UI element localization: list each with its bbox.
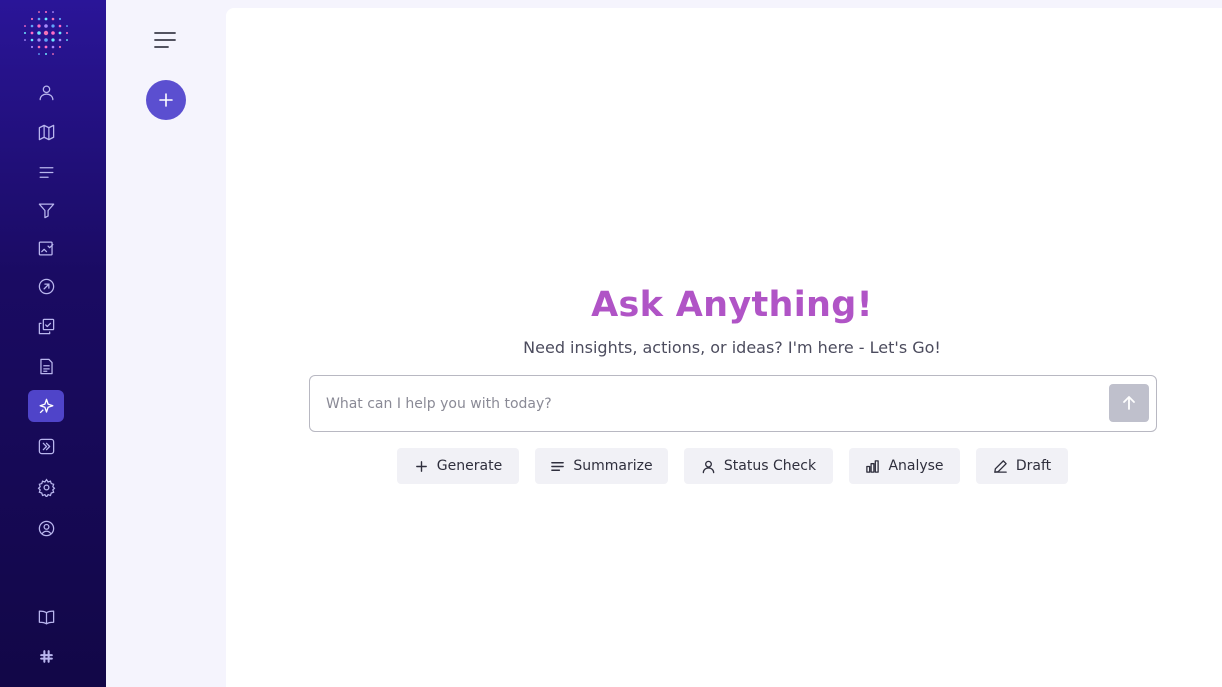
- arrow-circle-icon: [38, 278, 54, 294]
- nav-item-actions[interactable]: [28, 270, 64, 302]
- bar-chart-icon: [866, 459, 880, 473]
- page-subtitle: Need insights, actions, or ideas? I'm he…: [523, 338, 941, 357]
- plus-icon: [159, 93, 173, 107]
- filter-icon: [38, 203, 54, 218]
- person-icon: [702, 460, 715, 473]
- nav-item-tasks[interactable]: [28, 310, 64, 342]
- app-logo: [20, 7, 72, 59]
- user-circle-icon: [38, 520, 54, 536]
- nav-rail: [0, 0, 106, 687]
- chevrons-right-icon: [38, 438, 54, 454]
- nav-item-list[interactable]: [28, 156, 64, 188]
- side-panel: [106, 0, 226, 687]
- chip-analyse[interactable]: Analyse: [849, 448, 960, 484]
- chip-label: Status Check: [723, 458, 817, 474]
- sparkle-icon: [38, 398, 54, 413]
- nav-item-documents[interactable]: [28, 350, 64, 382]
- arrow-up-icon: [1123, 396, 1135, 410]
- book-icon: [38, 610, 54, 624]
- gear-icon: [37, 477, 55, 497]
- document-icon: [39, 358, 53, 374]
- chip-summarize[interactable]: Summarize: [535, 448, 668, 484]
- plus-icon: [415, 460, 427, 472]
- send-button[interactable]: [1109, 384, 1149, 422]
- main-content: Ask Anything! Need insights, actions, or…: [226, 8, 1222, 687]
- nav-item-account[interactable]: [28, 512, 64, 544]
- copy-check-icon: [38, 318, 54, 334]
- list-icon: [39, 166, 53, 178]
- pencil-icon: [994, 459, 1007, 473]
- slack-icon: [39, 649, 53, 663]
- chip-draft[interactable]: Draft: [976, 448, 1068, 484]
- chat-input[interactable]: [326, 376, 1096, 431]
- nav-item-slack[interactable]: [28, 640, 64, 672]
- map-icon: [38, 124, 54, 140]
- chat-box: [309, 375, 1157, 432]
- nav-item-reports[interactable]: [28, 232, 64, 264]
- nav-item-integrations[interactable]: [28, 430, 64, 462]
- nav-item-map[interactable]: [28, 116, 64, 148]
- chip-generate[interactable]: Generate: [397, 448, 519, 484]
- chip-label: Analyse: [888, 458, 944, 474]
- person-icon: [39, 85, 53, 100]
- menu-toggle-button[interactable]: [153, 28, 177, 52]
- chip-status-check[interactable]: Status Check: [684, 448, 833, 484]
- nav-item-docs[interactable]: [28, 601, 64, 633]
- lines-icon: [551, 461, 565, 471]
- menu-icon: [154, 32, 176, 48]
- nav-item-ai-assistant[interactable]: [28, 390, 64, 422]
- new-chat-button[interactable]: [146, 80, 186, 120]
- page-title: Ask Anything!: [591, 285, 873, 325]
- chip-label: Draft: [1015, 458, 1052, 474]
- chip-label: Summarize: [573, 458, 653, 474]
- checklist-image-icon: [38, 241, 53, 255]
- nav-item-profile[interactable]: [28, 76, 64, 108]
- nav-item-filter[interactable]: [28, 194, 64, 226]
- nav-item-settings[interactable]: [28, 471, 64, 503]
- chip-label: Generate: [436, 458, 503, 474]
